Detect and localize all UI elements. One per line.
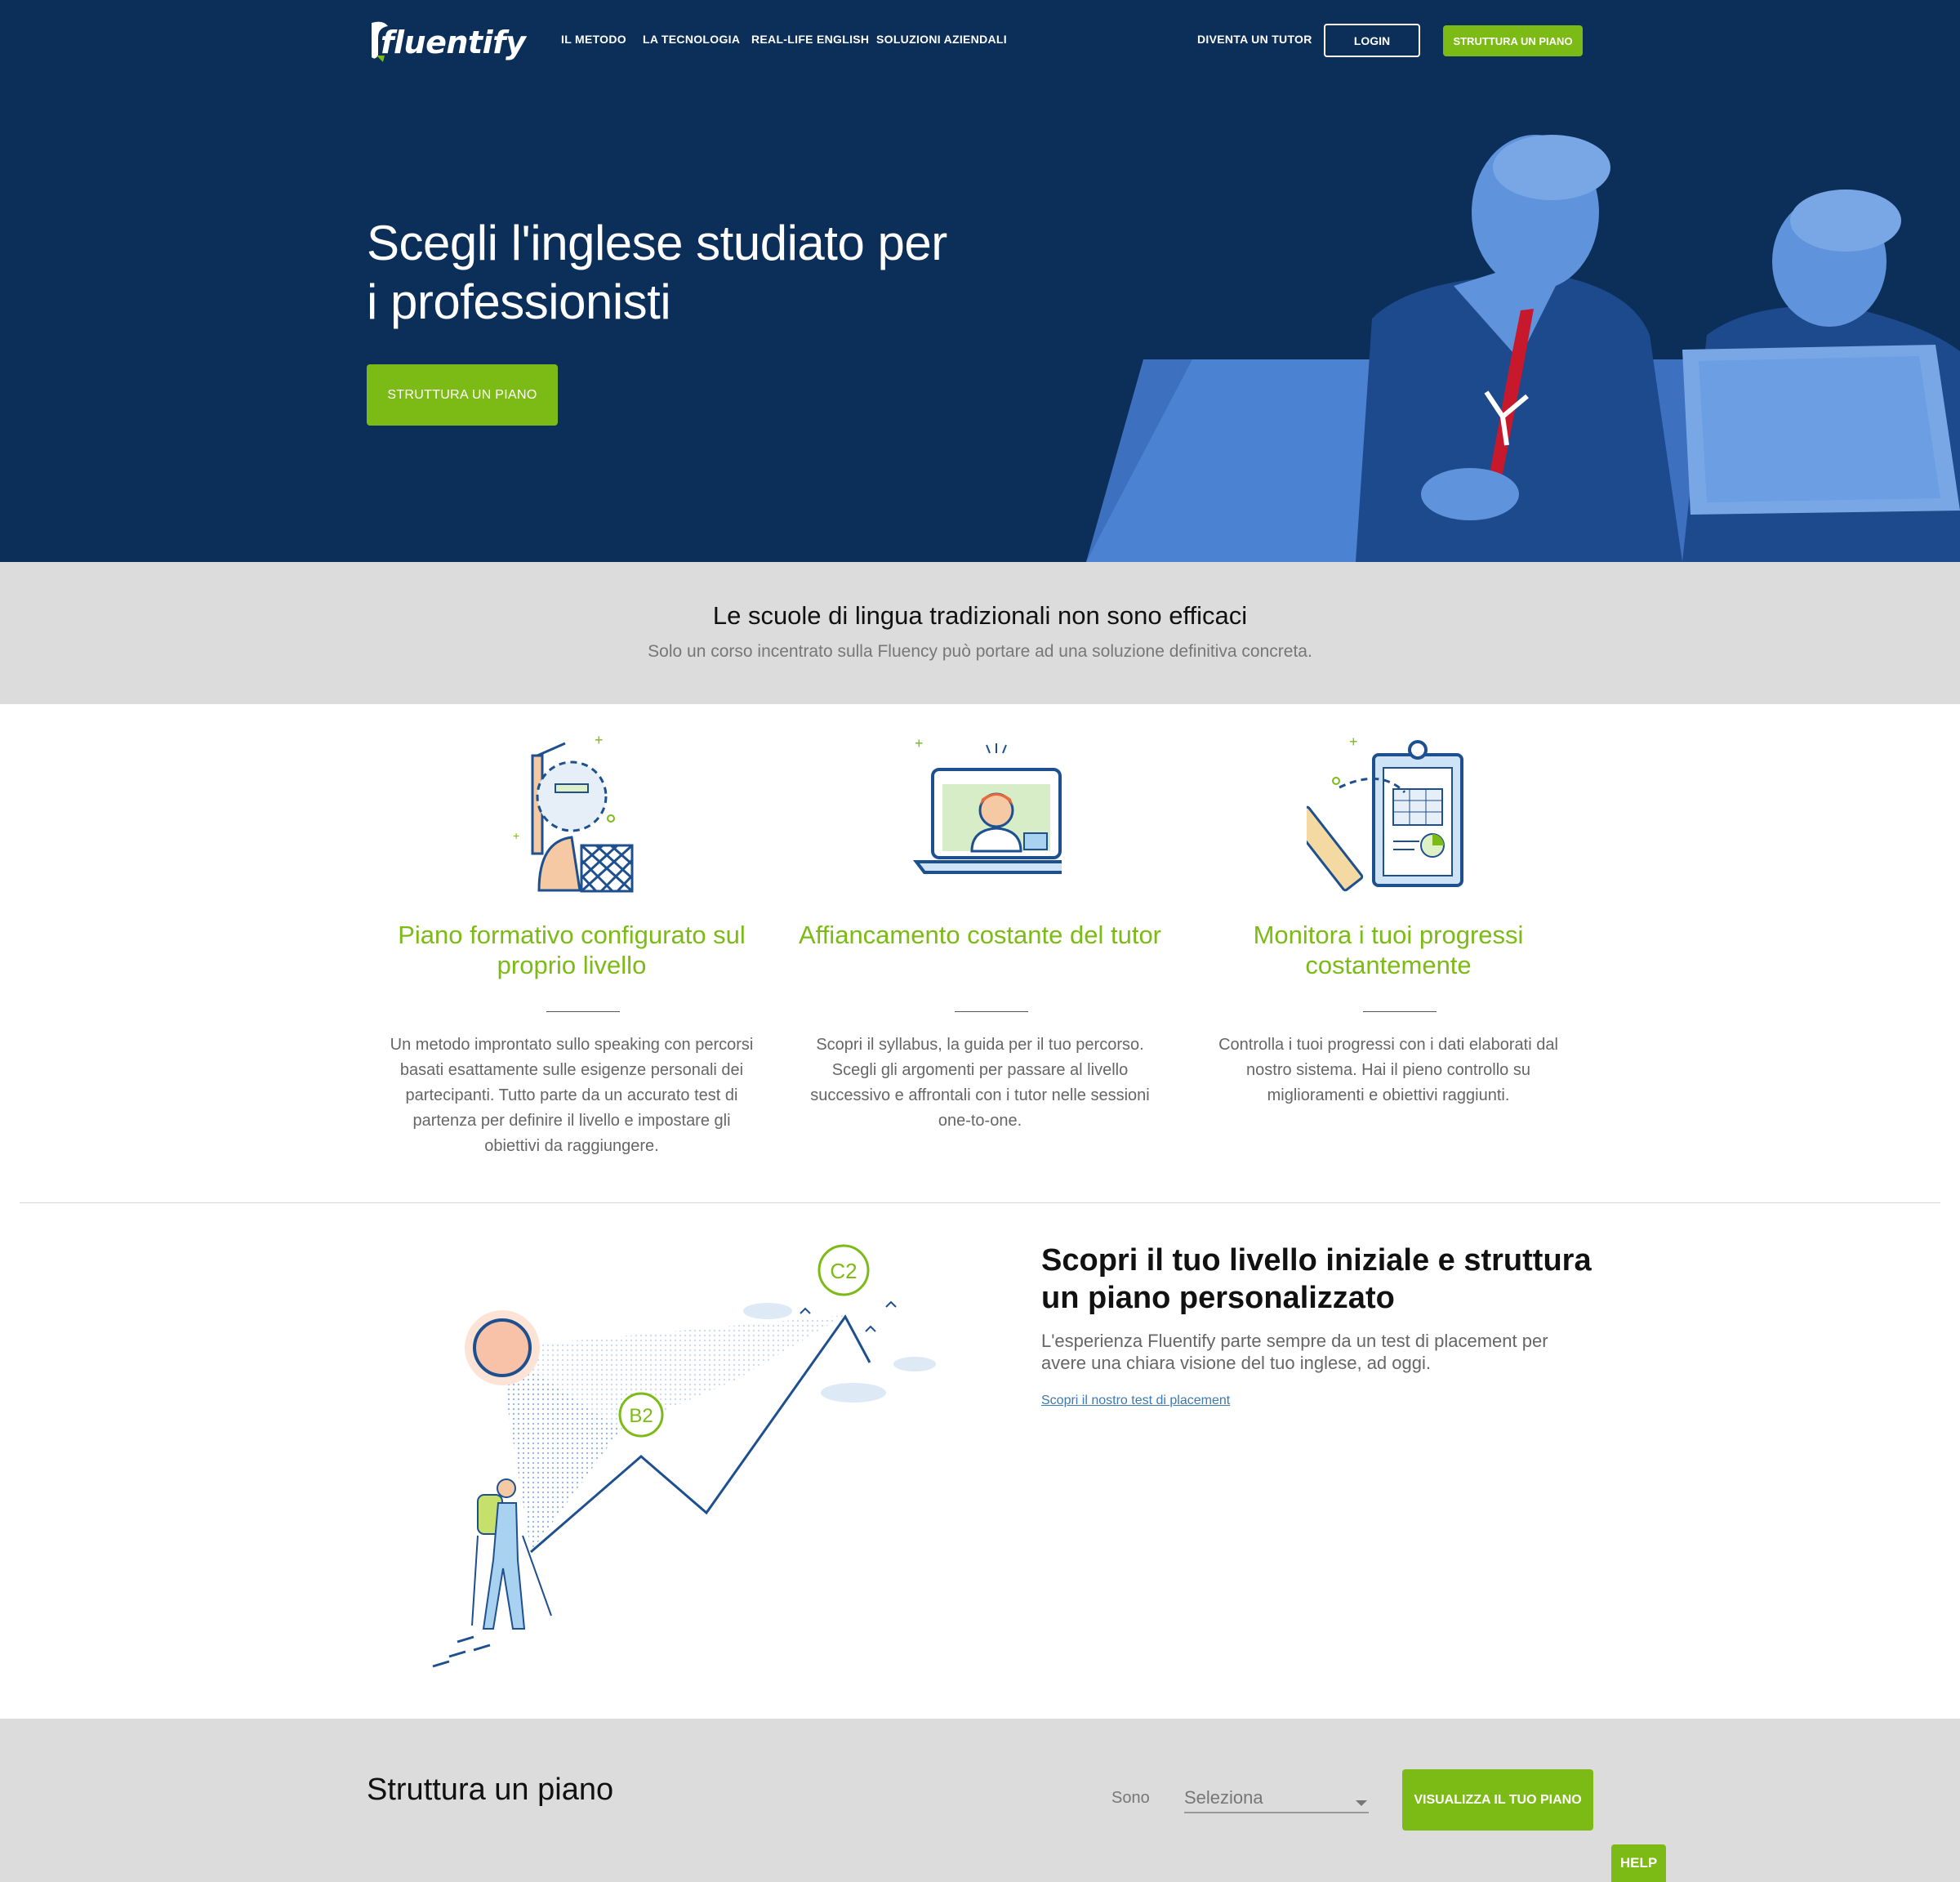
feature-card-piano: + + Piano formativo configurato sul prop… xyxy=(384,732,760,1155)
nav-link-real-life-english[interactable]: REAL-LIFE ENGLISH xyxy=(751,33,869,46)
login-button[interactable]: LOGIN xyxy=(1324,24,1420,57)
hero-title-line-1: Scegli l'inglese studiato per xyxy=(367,216,947,270)
hero-title-line-2: i professionisti xyxy=(367,274,671,329)
feature-divider xyxy=(955,1011,1028,1012)
svg-text:+: + xyxy=(595,735,604,748)
intro-subtitle: Solo un corso incentrato sulla Fluency p… xyxy=(648,642,1312,661)
svg-text:+: + xyxy=(1349,735,1358,750)
mountain-climber-illustration: B2 C2 xyxy=(432,1244,936,1668)
feature-title-piano: Piano formativo configurato sul proprio … xyxy=(398,921,746,979)
level-title: Scopri il tuo livello iniziale e struttu… xyxy=(1041,1243,1592,1315)
chevron-down-icon xyxy=(1356,1800,1367,1806)
help-button[interactable]: HELP xyxy=(1611,1844,1666,1882)
badge-b2: B2 xyxy=(629,1405,653,1427)
nav-struttura-piano-button[interactable]: STRUTTURA UN PIANO xyxy=(1443,25,1583,56)
feature-text-progressi: Controlla i tuoi progressi con i dati el… xyxy=(1218,1036,1558,1104)
intro-title: Le scuole di lingua tradizionali non son… xyxy=(712,601,1248,630)
feature-title-progressi: Monitora i tuoi progressi costantemente xyxy=(1253,921,1524,979)
personalized-plan-icon: + + xyxy=(513,732,634,893)
plan-band: Struttura un piano Sono Seleziona VISUAL… xyxy=(0,1719,1960,1882)
nav-link-la-tecnologia[interactable]: LA TECNOLOGIA xyxy=(643,33,740,46)
profile-select-value: Seleziona xyxy=(1184,1787,1263,1808)
badge-c2: C2 xyxy=(830,1259,857,1283)
placement-test-link[interactable]: Scopri il nostro test di placement xyxy=(1041,1394,1230,1408)
intro-band: Le scuole di lingua tradizionali non son… xyxy=(0,562,1960,704)
feature-text-tutor: Scopri il syllabus, la guida per il tuo … xyxy=(810,1036,1150,1130)
hero-businessmen-image xyxy=(1086,135,1960,562)
profile-select[interactable]: Seleziona xyxy=(1184,1781,1369,1813)
hero-struttura-piano-button[interactable]: STRUTTURA UN PIANO xyxy=(367,364,558,426)
svg-text:+: + xyxy=(513,829,519,842)
level-description: L'esperienza Fluentify parte sempre da u… xyxy=(1041,1331,1548,1373)
plan-title: Struttura un piano xyxy=(367,1773,614,1807)
feature-divider xyxy=(546,1011,620,1012)
feature-card-tutor: + + Affiancamento costante del tutor Sco… xyxy=(792,735,1168,1130)
hero-title: Scegli l'inglese studiato per i professi… xyxy=(367,214,1020,332)
feature-card-progressi: + Monitora i tuoi progressi costantement… xyxy=(1200,734,1576,1104)
logo-wordmark[interactable]: fluentify xyxy=(381,25,526,60)
feature-divider xyxy=(1363,1011,1437,1012)
sono-label: Sono xyxy=(1111,1789,1150,1807)
top-navigation: fluentify IL METODO LA TECNOLOGIA REAL-L… xyxy=(0,0,1960,82)
feature-text-piano: Un metodo improntato sullo speaking con … xyxy=(390,1036,754,1155)
progress-clipboard-icon: + xyxy=(1289,734,1463,892)
hero-section: fluentify IL METODO LA TECNOLOGIA REAL-L… xyxy=(0,0,1960,562)
video-tutor-laptop-icon: + + xyxy=(912,735,1115,874)
section-divider xyxy=(20,1202,1940,1203)
nav-link-diventa-tutor[interactable]: DIVENTA UN TUTOR xyxy=(1197,33,1312,46)
nav-link-il-metodo[interactable]: IL METODO xyxy=(561,33,626,46)
svg-text:+: + xyxy=(915,735,924,751)
visualizza-piano-button[interactable]: VISUALIZZA IL TUO PIANO xyxy=(1402,1769,1593,1831)
nav-link-soluzioni-aziendali[interactable]: SOLUZIONI AZIENDALI xyxy=(876,33,1007,46)
feature-title-tutor: Affiancamento costante del tutor xyxy=(798,921,1162,949)
